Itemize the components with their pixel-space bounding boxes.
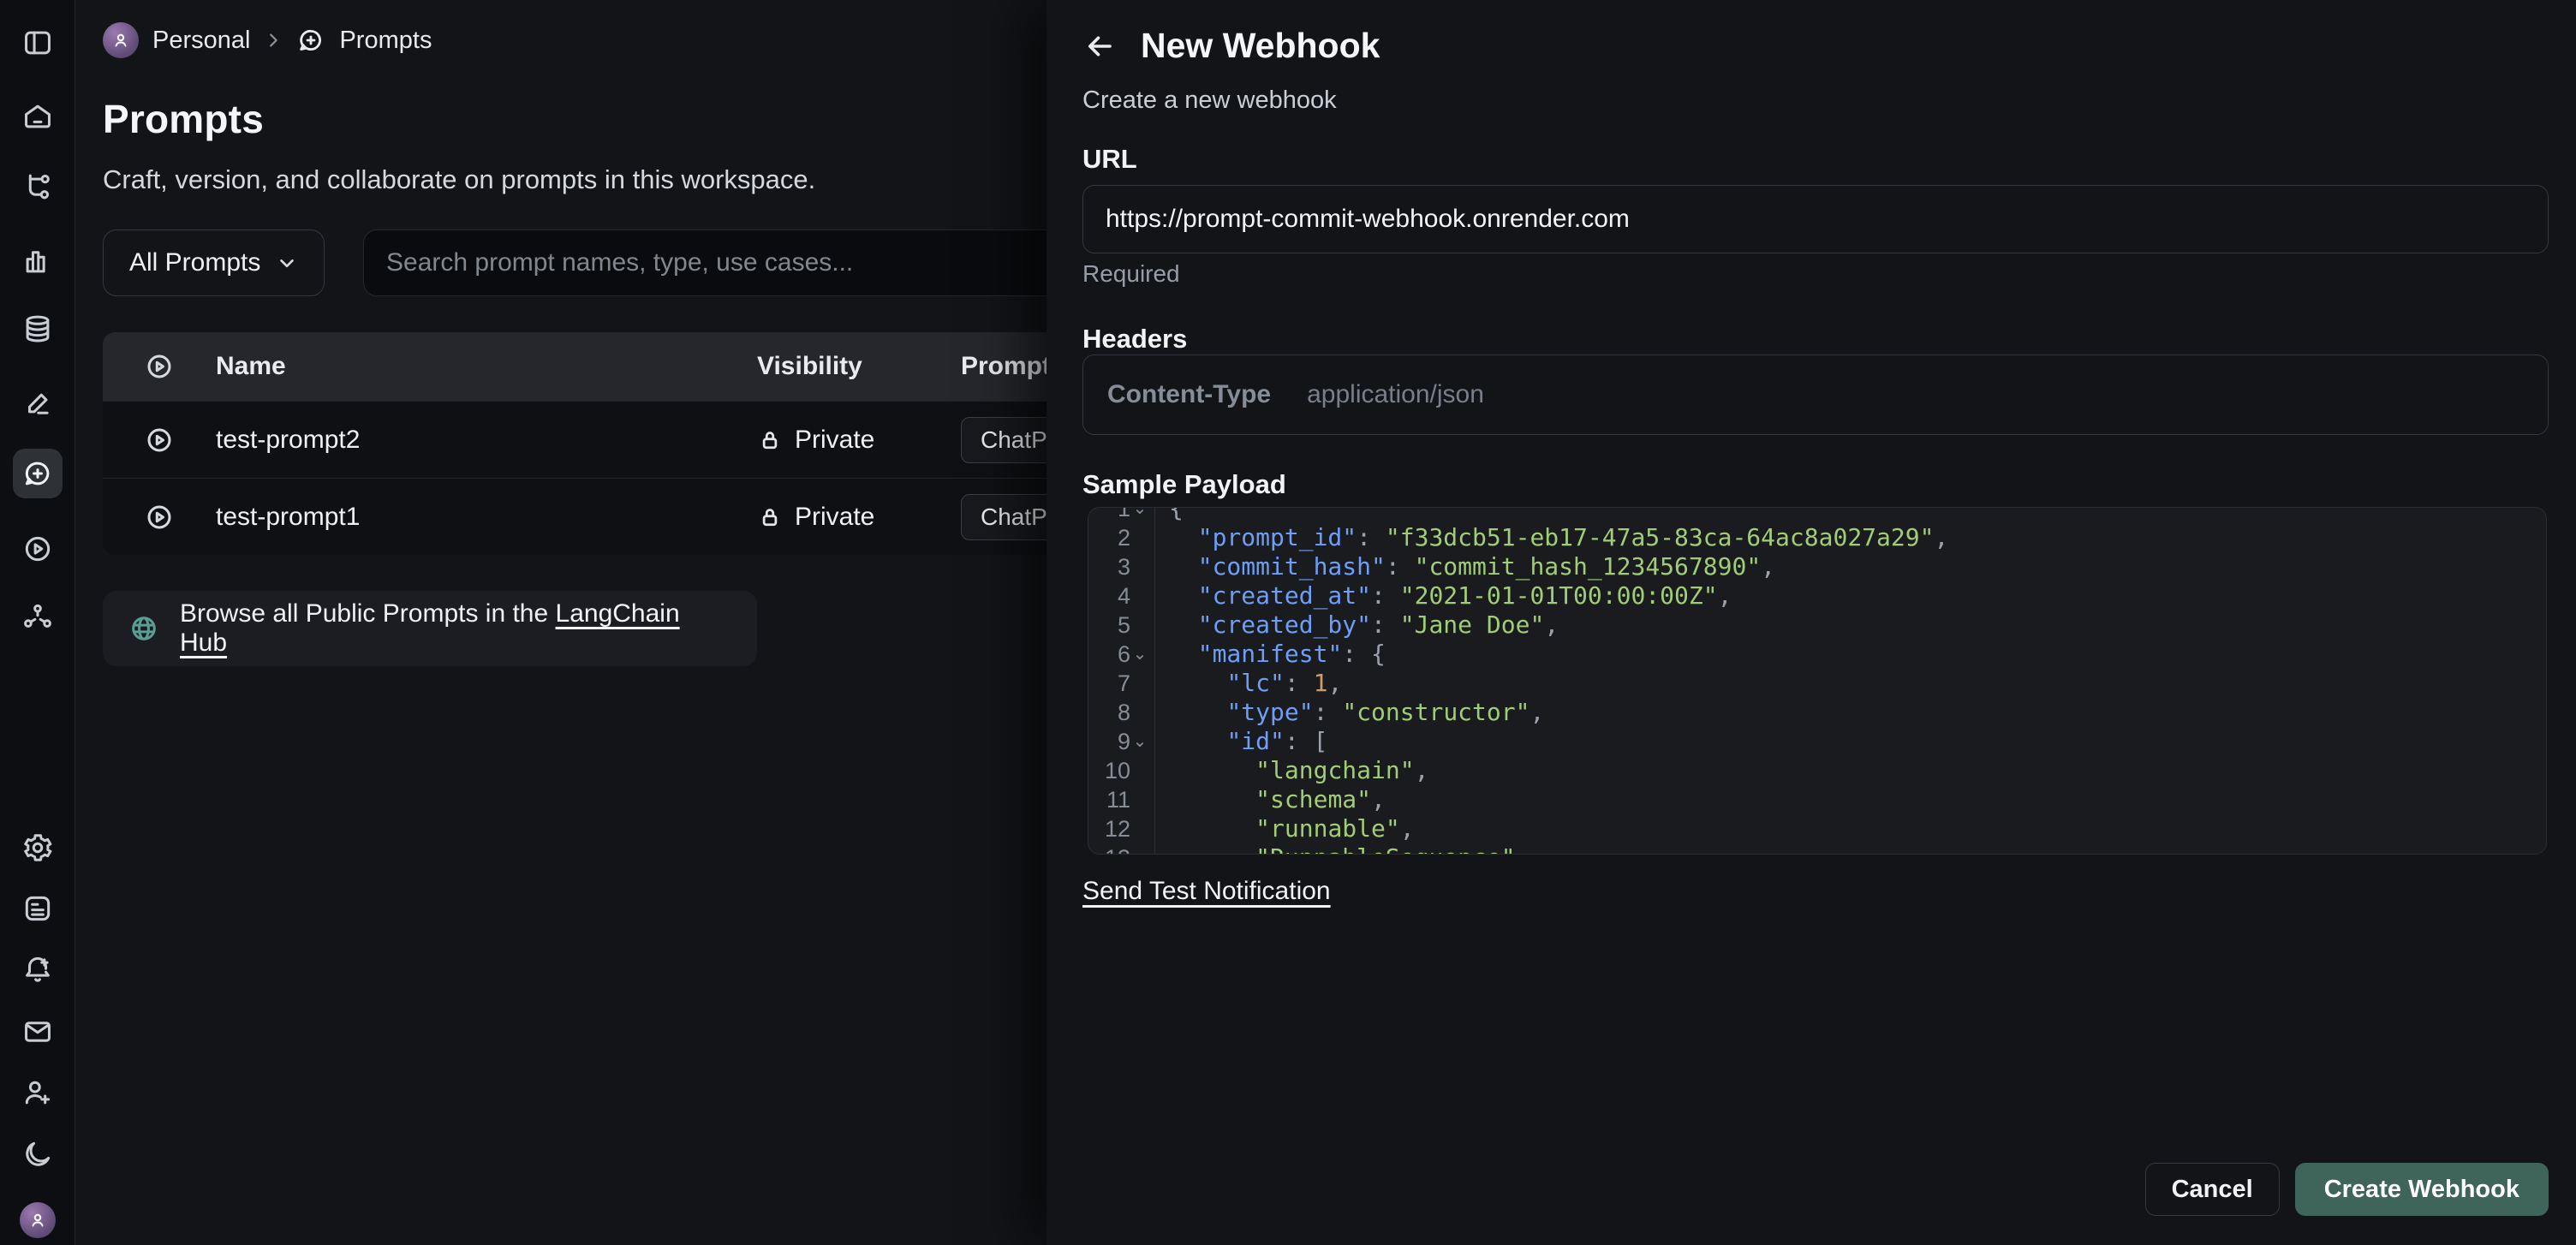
- url-input[interactable]: [1082, 185, 2549, 253]
- settings-gear-icon[interactable]: [19, 829, 57, 867]
- prompt-name[interactable]: test-prompt1: [216, 503, 757, 532]
- icon-rail: [0, 0, 75, 1245]
- prompt-name[interactable]: test-prompt2: [216, 426, 757, 455]
- visibility-label: Private: [795, 426, 874, 455]
- sample-payload-editor[interactable]: 1⌄{2 "prompt_id": "f33dcb51-eb17-47a5-83…: [1088, 507, 2547, 855]
- user-avatar[interactable]: [20, 1202, 56, 1238]
- url-helper-required: Required: [1082, 260, 1180, 288]
- search-input[interactable]: [386, 248, 1046, 277]
- drawer-title: New Webhook: [1141, 26, 1380, 66]
- prompt-type-chip: ChatPr: [961, 494, 1046, 540]
- visibility-label: Private: [795, 503, 874, 532]
- invite-user-plus-icon[interactable]: [19, 1074, 57, 1111]
- datasets-db-icon[interactable]: [19, 310, 57, 348]
- fold-chevron-icon[interactable]: ⌄: [1130, 507, 1149, 523]
- dark-mode-moon-icon[interactable]: [19, 1135, 57, 1173]
- header-key: Content-Type: [1107, 380, 1271, 409]
- send-test-notification-link[interactable]: Send Test Notification: [1082, 877, 1331, 906]
- url-label: URL: [1082, 144, 1137, 175]
- code-line: 12 "runnable",: [1088, 814, 2546, 843]
- deployments-nodes-icon[interactable]: [19, 599, 57, 636]
- breadcrumb-workspace[interactable]: Personal: [152, 27, 250, 55]
- all-prompts-filter-button[interactable]: All Prompts: [103, 229, 325, 296]
- hub-banner: Browse all Public Prompts in the LangCha…: [103, 591, 757, 666]
- mail-envelope-icon[interactable]: [19, 1013, 57, 1051]
- table-header-row: Name Visibility Prompt: [103, 332, 1046, 401]
- fold-chevron-icon[interactable]: ⌄: [1130, 640, 1149, 669]
- new-webhook-drawer: New Webhook Create a new webhook URL Req…: [1046, 0, 2576, 1245]
- code-line: 6⌄ "manifest": {: [1088, 640, 2546, 669]
- page-subtitle: Craft, version, and collaborate on promp…: [103, 164, 815, 195]
- docs-news-icon[interactable]: [19, 890, 57, 927]
- cancel-button[interactable]: Cancel: [2145, 1163, 2280, 1216]
- page-title: Prompts: [103, 96, 264, 142]
- fold-chevron-icon[interactable]: ⌄: [1130, 727, 1149, 756]
- code-line: 3 "commit_hash": "commit_hash_1234567890…: [1088, 552, 2546, 581]
- play-circle-icon: [103, 351, 216, 382]
- workspace-avatar[interactable]: [103, 22, 139, 58]
- table-row[interactable]: test-prompt2 Private ChatPr: [103, 401, 1046, 478]
- globe-icon: [128, 613, 159, 644]
- sample-payload-label: Sample Payload: [1082, 469, 1286, 500]
- headers-input[interactable]: Content-Type application/json: [1082, 354, 2549, 435]
- prompt-type-chip: ChatPr: [961, 417, 1046, 463]
- lock-icon: [757, 427, 783, 453]
- code-line: 13 "RunnableSequence": [1088, 843, 2546, 855]
- code-line: 9⌄ "id": [: [1088, 727, 2546, 756]
- notifications-bell-plus-icon[interactable]: [19, 950, 57, 988]
- column-header-visibility: Visibility: [757, 352, 961, 381]
- column-header-name: Name: [216, 352, 757, 381]
- back-arrow-icon[interactable]: [1081, 27, 1118, 65]
- panel-toggle-icon[interactable]: [19, 24, 57, 62]
- hub-banner-text: Browse all Public Prompts in the LangCha…: [180, 599, 731, 658]
- play-circle-icon[interactable]: [103, 425, 216, 456]
- playground-play-icon[interactable]: [19, 530, 57, 568]
- prompts-page: Personal Prompts Prompts Craft, version,…: [75, 0, 1046, 1245]
- lock-icon: [757, 504, 783, 530]
- code-line: 11 "schema",: [1088, 785, 2546, 814]
- monitor-bars-icon[interactable]: [19, 242, 57, 280]
- annotate-pencil-icon[interactable]: [19, 385, 57, 423]
- breadcrumb: Personal Prompts: [103, 22, 432, 58]
- chevron-down-icon: [276, 252, 298, 274]
- payload-code-lines: 1⌄{2 "prompt_id": "f33dcb51-eb17-47a5-83…: [1088, 507, 2546, 855]
- code-line: 2 "prompt_id": "f33dcb51-eb17-47a5-83ca-…: [1088, 523, 2546, 552]
- drawer-subtitle: Create a new webhook: [1082, 86, 1337, 115]
- trace-tree-icon[interactable]: [19, 167, 57, 205]
- code-line: 10 "langchain",: [1088, 756, 2546, 785]
- filter-button-label: All Prompts: [129, 248, 260, 277]
- code-line: 1⌄{: [1088, 507, 2546, 523]
- table-row[interactable]: test-prompt1 Private ChatPr: [103, 478, 1046, 555]
- header-value-placeholder: application/json: [1307, 380, 1484, 409]
- code-line: 5 "created_by": "Jane Doe",: [1088, 611, 2546, 640]
- code-line: 8 "type": "constructor",: [1088, 698, 2546, 727]
- code-line: 7 "lc": 1,: [1088, 669, 2546, 698]
- play-circle-icon[interactable]: [103, 502, 216, 533]
- prompts-table: Name Visibility Prompt test-prompt2 Priv…: [103, 332, 1046, 555]
- breadcrumb-page[interactable]: Prompts: [339, 27, 432, 55]
- home-icon[interactable]: [19, 98, 57, 135]
- code-line: 4 "created_at": "2021-01-01T00:00:00Z",: [1088, 581, 2546, 611]
- prompts-bubble-plus-icon[interactable]: [13, 449, 63, 498]
- create-webhook-button[interactable]: Create Webhook: [2295, 1163, 2549, 1216]
- prompt-search: [363, 229, 1046, 296]
- headers-label: Headers: [1082, 324, 1187, 354]
- chevron-right-icon: [264, 31, 283, 50]
- prompts-bubble-plus-icon: [296, 26, 325, 55]
- column-header-prompt: Prompt: [961, 352, 1046, 381]
